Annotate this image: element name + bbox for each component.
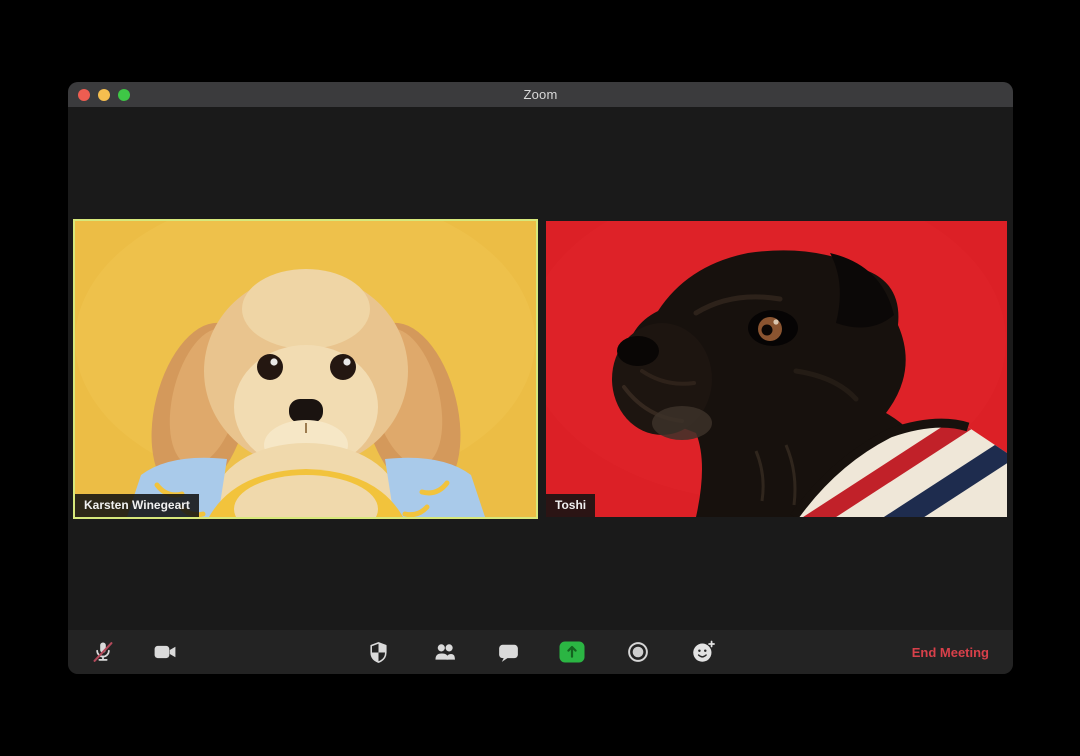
participants-icon (435, 644, 455, 660)
participant-name-label: Karsten Winegeart (75, 494, 199, 517)
record-icon (628, 642, 648, 662)
video-grid: Karsten Winegeart Toshi (68, 107, 1013, 630)
security-button[interactable] (358, 632, 398, 672)
security-shield-icon (369, 641, 387, 663)
window-controls (78, 88, 130, 101)
share-screen-button[interactable] (552, 632, 592, 672)
participants-button[interactable] (425, 632, 465, 672)
reactions-button[interactable] (683, 632, 723, 672)
mute-button[interactable] (83, 632, 123, 672)
minimize-window-button[interactable] (98, 88, 110, 101)
window-titlebar: Zoom (68, 82, 1013, 107)
pug-video-image (546, 221, 1007, 517)
end-meeting-button[interactable]: End Meeting (912, 630, 989, 674)
chat-button[interactable] (488, 632, 528, 672)
meeting-toolbar: End Meeting (68, 630, 1013, 674)
microphone-muted-icon (93, 642, 113, 662)
puppy-video-image (75, 221, 536, 517)
close-window-button[interactable] (78, 88, 90, 101)
share-screen-icon (559, 641, 585, 663)
reactions-icon (693, 640, 715, 662)
window-title: Zoom (523, 87, 558, 102)
video-tile-toshi[interactable]: Toshi (546, 221, 1007, 517)
chat-icon (498, 644, 518, 662)
video-button[interactable] (145, 632, 185, 672)
zoom-window: Zoom Karsten Winegeart Toshi End Meeting (68, 82, 1013, 674)
record-button[interactable] (618, 632, 658, 672)
fullscreen-window-button[interactable] (118, 88, 130, 101)
video-tile-karsten[interactable]: Karsten Winegeart (73, 219, 538, 519)
participant-name-label: Toshi (546, 494, 596, 517)
video-camera-icon (154, 645, 176, 659)
